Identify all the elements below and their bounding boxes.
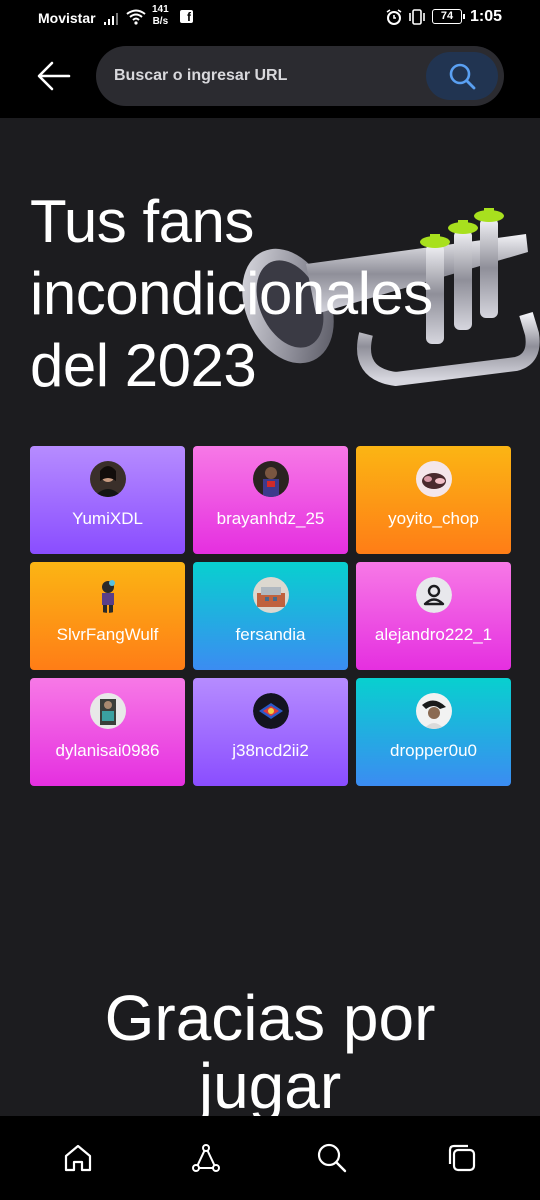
fan-card[interactable]: fersandia bbox=[193, 562, 348, 670]
fan-card[interactable]: dylanisai0986 bbox=[30, 678, 185, 786]
fan-card[interactable]: j38ncd2ii2 bbox=[193, 678, 348, 786]
avatar bbox=[89, 693, 126, 729]
carrier-name: Movistar bbox=[38, 10, 96, 26]
url-input[interactable] bbox=[114, 46, 414, 106]
fan-name: j38ncd2ii2 bbox=[232, 741, 309, 760]
fan-card[interactable]: yoyito_chop bbox=[356, 446, 511, 554]
network-speed: 141 B/s bbox=[152, 4, 169, 28]
avatar bbox=[252, 461, 289, 497]
tabs-icon bbox=[448, 1144, 476, 1172]
avatar bbox=[415, 693, 452, 729]
tabs-button[interactable] bbox=[444, 1140, 480, 1176]
search-icon bbox=[449, 63, 476, 90]
search-icon bbox=[317, 1143, 347, 1173]
avatar bbox=[415, 461, 452, 497]
url-bar bbox=[96, 46, 504, 106]
fan-name: yoyito_chop bbox=[388, 509, 479, 528]
fan-name: brayanhdz_25 bbox=[216, 509, 325, 528]
fan-card[interactable]: dropper0u0 bbox=[356, 678, 511, 786]
headline: Tus fans incondicionales del 2023 bbox=[30, 186, 433, 402]
bottom-navigation bbox=[0, 1116, 540, 1200]
fan-name: fersandia bbox=[235, 625, 306, 644]
wrapped-page: Tus fans incondicionales del 2023 YumiXD… bbox=[0, 118, 540, 1116]
fan-name: SlvrFangWulf bbox=[56, 625, 159, 644]
fan-name: alejandro222_1 bbox=[374, 625, 493, 644]
wifi-icon bbox=[126, 9, 146, 25]
facebook-icon: f bbox=[180, 10, 193, 24]
search-button[interactable] bbox=[426, 52, 498, 100]
alarm-icon bbox=[386, 9, 402, 25]
fan-card[interactable]: alejandro222_1 bbox=[356, 562, 511, 670]
network-speed-unit: B/s bbox=[152, 16, 169, 27]
share-button[interactable] bbox=[188, 1140, 224, 1176]
status-bar: Movistar 141 B/s f 74 1:05 bbox=[0, 0, 540, 34]
home-button[interactable] bbox=[60, 1140, 96, 1176]
search-nav-button[interactable] bbox=[314, 1140, 350, 1176]
headline-line-2: incondicionales bbox=[30, 260, 433, 327]
default-user-avatar bbox=[415, 577, 452, 613]
fan-card[interactable]: SlvrFangWulf bbox=[30, 562, 185, 670]
avatar bbox=[101, 580, 115, 613]
network-speed-value: 141 bbox=[152, 4, 169, 15]
battery-icon: 74 bbox=[432, 9, 465, 24]
avatar bbox=[89, 461, 126, 497]
fan-card[interactable]: YumiXDL bbox=[30, 446, 185, 554]
fan-name: dropper0u0 bbox=[390, 741, 477, 760]
signal-icon bbox=[104, 13, 118, 25]
thanks-line-2: jugar bbox=[198, 1050, 342, 1116]
headline-line-1: Tus fans bbox=[30, 188, 254, 255]
avatar bbox=[252, 577, 289, 613]
back-arrow-icon bbox=[37, 61, 71, 91]
back-button[interactable] bbox=[32, 58, 76, 94]
thanks-line-1: Gracias por bbox=[104, 982, 436, 1054]
fans-grid: YumiXDL brayanhdz_25 yoyito_chop SlvrFan… bbox=[30, 446, 511, 786]
fan-name: dylanisai0986 bbox=[55, 741, 160, 760]
share-icon bbox=[192, 1144, 220, 1172]
avatar bbox=[252, 693, 289, 729]
browser-top-bar bbox=[0, 34, 540, 118]
home-icon bbox=[64, 1144, 92, 1172]
fan-card[interactable]: brayanhdz_25 bbox=[193, 446, 348, 554]
clock: 1:05 bbox=[470, 8, 503, 25]
vibrate-icon bbox=[409, 9, 425, 25]
thanks-heading: Gracias por jugar bbox=[0, 984, 540, 1116]
headline-line-3: del 2023 bbox=[30, 332, 257, 399]
fan-name: YumiXDL bbox=[72, 509, 143, 528]
